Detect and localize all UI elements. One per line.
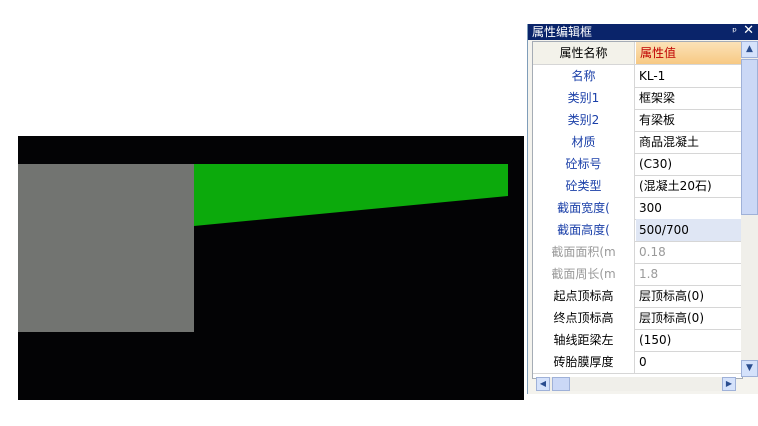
prop-value[interactable]: 层顶标高(0) [636, 307, 742, 329]
table-row[interactable]: 类别1 框架梁 [533, 87, 742, 110]
close-icon[interactable]: ✕ [743, 23, 754, 39]
prop-name: 起点顶标高 [533, 285, 635, 307]
horizontal-scrollbar[interactable]: ◀ ▶ [536, 377, 736, 391]
prop-value: 0.18 [639, 245, 666, 259]
property-table: 属性名称 属性值 名称 KL-1 类别1 框架梁 类别2 有梁板 材质 商品混凝… [532, 41, 743, 379]
table-row-selected[interactable]: 截面高度( 500/700 [533, 219, 742, 242]
table-row[interactable]: 起点顶标高 层顶标高(0) [533, 285, 742, 308]
panel-title: 属性编辑框 [532, 25, 593, 39]
prop-value[interactable]: 层顶标高(0) [636, 285, 742, 307]
table-row[interactable]: 截面宽度( 300 [533, 197, 742, 220]
prop-value[interactable]: 0 [636, 351, 742, 373]
prop-value[interactable]: 500/700 [636, 219, 742, 241]
table-header: 属性名称 属性值 [533, 42, 742, 65]
prop-value[interactable]: (C30) [636, 153, 742, 175]
beam-element[interactable] [18, 136, 524, 400]
vertical-scroll-thumb[interactable] [741, 59, 758, 215]
table-row[interactable]: 名称 KL-1 [533, 65, 742, 88]
prop-name: 截面高度( [533, 219, 635, 241]
prop-name: 截面宽度( [533, 197, 635, 219]
header-value: 属性值 [636, 42, 742, 64]
horizontal-scroll-thumb[interactable] [552, 377, 570, 391]
table-row[interactable]: 砖胎膜厚度 0 [533, 351, 742, 374]
prop-value[interactable]: 300 [636, 197, 742, 219]
scroll-left-icon[interactable]: ◀ [536, 377, 550, 391]
table-row: 截面面积(m 0.18 [533, 241, 742, 264]
prop-name: 砼类型 [533, 175, 635, 197]
prop-value: 1.8 [639, 267, 659, 281]
panel-title-bar[interactable]: 属性编辑框 ᵖ ✕ [528, 23, 758, 40]
property-editor-panel: 属性编辑框 ᵖ ✕ 属性名称 属性值 名称 KL-1 类别1 框架梁 类别2 有… [527, 23, 758, 394]
prop-name: 截面周长(m [533, 263, 635, 285]
prop-value[interactable]: (150) [636, 329, 742, 351]
table-row[interactable]: 材质 商品混凝土 [533, 131, 742, 154]
prop-name: 轴线距梁左 [533, 329, 635, 351]
prop-value[interactable]: 有梁板 [636, 109, 742, 131]
prop-value[interactable]: 框架梁 [636, 87, 742, 109]
3d-viewport[interactable] [18, 136, 524, 400]
prop-name: 终点顶标高 [533, 307, 635, 329]
prop-name: 截面面积(m [533, 241, 635, 263]
prop-value[interactable]: KL-1 [636, 65, 742, 87]
prop-value[interactable]: 商品混凝土 [636, 131, 742, 153]
table-row: 截面周长(m 1.8 [533, 263, 742, 286]
prop-name: 材质 [533, 131, 635, 153]
table-row[interactable]: 终点顶标高 层顶标高(0) [533, 307, 742, 330]
header-name: 属性名称 [533, 42, 635, 64]
table-row[interactable]: 轴线距梁左 (150) [533, 329, 742, 352]
table-row[interactable]: 砼类型 (混凝土20石) [533, 175, 742, 198]
prop-name: 名称 [533, 65, 635, 87]
scroll-right-icon[interactable]: ▶ [722, 377, 736, 391]
prop-name: 砖胎膜厚度 [533, 351, 635, 373]
prop-name: 类别1 [533, 87, 635, 109]
table-row[interactable]: 类别2 有梁板 [533, 109, 742, 132]
table-row[interactable]: 砼标号 (C30) [533, 153, 742, 176]
scroll-down-icon[interactable]: ▼ [741, 360, 758, 377]
prop-name: 类别2 [533, 109, 635, 131]
prop-name: 砼标号 [533, 153, 635, 175]
vertical-scrollbar[interactable]: ▲ ▼ [741, 41, 758, 377]
scroll-up-icon[interactable]: ▲ [741, 41, 758, 58]
beam-polygon [194, 164, 508, 226]
pin-icon[interactable]: ᵖ [732, 24, 737, 40]
prop-value[interactable]: (混凝土20石) [636, 175, 742, 197]
